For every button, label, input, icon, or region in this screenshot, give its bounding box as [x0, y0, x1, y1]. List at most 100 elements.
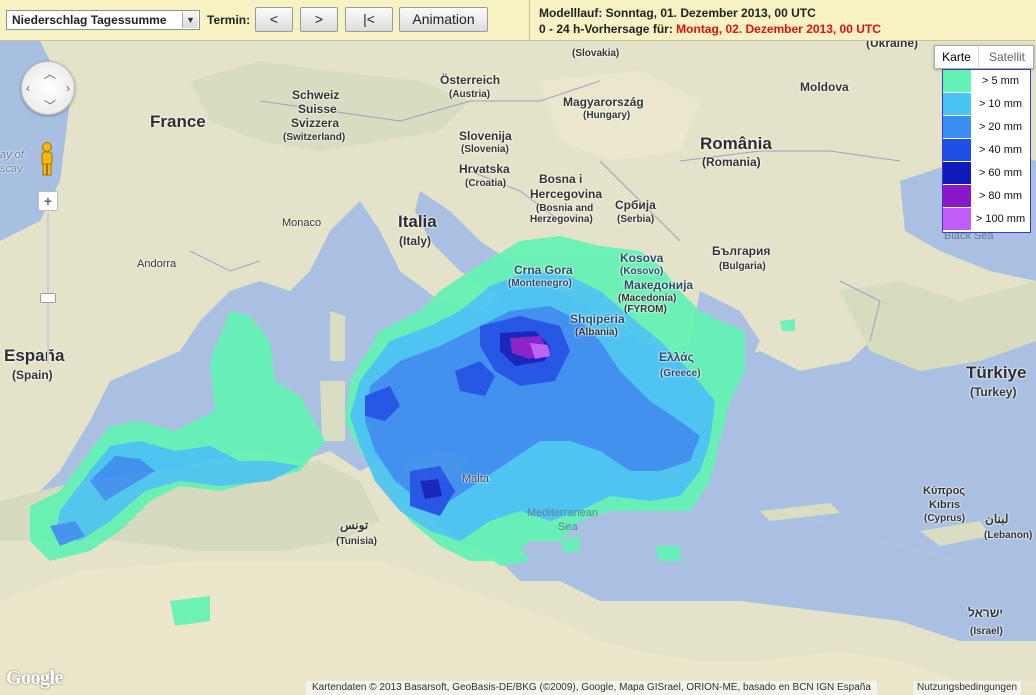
label-moldova: Moldova: [800, 80, 849, 94]
legend-label: > 40 mm: [978, 144, 1023, 156]
legend-row: > 60 mm: [943, 162, 1030, 185]
label-macedonia: (Macedonia): [618, 293, 677, 304]
legend-swatch: [943, 162, 971, 184]
map[interactable]: France España (Spain) Andorra Monaco Sch…: [0, 41, 1036, 695]
label-italia: Italia: [398, 212, 437, 231]
pan-up-icon[interactable]: ︿: [44, 65, 56, 82]
label-slovakia: (Slovakia): [572, 48, 620, 59]
label-ellas: Ελλάς: [659, 350, 694, 364]
label-suisse: Suisse: [298, 102, 337, 116]
label-kosova: Kosova: [620, 251, 664, 265]
legend-row: > 40 mm: [943, 139, 1030, 162]
forecast-date: Montag, 02. Dezember 2013, 00 UTC: [676, 22, 881, 36]
label-kypros: Κύπρος: [923, 485, 966, 497]
legend-swatch: [943, 70, 971, 92]
legend-swatch: [943, 208, 971, 230]
label-malta: Malta: [462, 473, 489, 485]
label-bay-of: ay of: [0, 149, 24, 161]
zoom-track[interactable]: [47, 213, 49, 363]
label-monaco: Monaco: [282, 217, 322, 229]
previous-button[interactable]: <: [255, 7, 293, 32]
pan-control[interactable]: ︿ ﹀ ‹ ›: [21, 61, 75, 115]
label-montenegro: (Montenegro): [508, 278, 572, 289]
legend-label: > 5 mm: [982, 75, 1019, 87]
legend-swatch: [943, 116, 971, 138]
legend-label: > 20 mm: [978, 121, 1023, 133]
product-select-value: Niederschlag Tagessumme: [12, 13, 167, 27]
label-albania: (Albania): [575, 327, 618, 338]
zoom-in-button[interactable]: +: [38, 191, 58, 211]
terms-link[interactable]: Nutzungsbedingungen: [913, 681, 1022, 695]
map-attribution: Kartendaten © 2013 Basarsoft, GeoBasis-D…: [306, 681, 877, 695]
forecast-prefix: 0 - 24 h-Vorhersage für:: [539, 22, 677, 36]
label-france: France: [150, 112, 206, 131]
label-bosnia: (Bosnia and: [536, 203, 594, 214]
product-select[interactable]: Niederschlag Tagessumme ▼: [6, 10, 200, 30]
label-bosna: Bosna i: [539, 172, 583, 186]
label-israel-he: ישראל: [968, 606, 1004, 620]
label-fyrom: (FYROM): [624, 304, 667, 315]
maptype-karte-button[interactable]: Karte: [935, 46, 979, 68]
pan-left-icon[interactable]: ‹: [26, 81, 30, 95]
legend-label: > 10 mm: [978, 98, 1023, 110]
legend-swatch: [943, 93, 971, 115]
toolbar-divider: [529, 0, 530, 41]
termin-label: Termin:: [207, 13, 251, 27]
label-romania-en: (Romania): [702, 155, 761, 169]
label-italy: (Italy): [399, 234, 432, 248]
label-hungary: (Hungary): [583, 110, 631, 121]
label-makedonija: Македонија: [624, 278, 694, 292]
chevron-down-icon: ▼: [182, 12, 198, 28]
label-bulgaria: България: [712, 244, 771, 258]
label-serbia: (Serbia): [617, 214, 655, 225]
label-israel: (Israel): [970, 626, 1003, 637]
label-slovenia: (Slovenia): [461, 144, 509, 155]
pegman-icon[interactable]: [37, 141, 57, 177]
forecast-line: 0 - 24 h-Vorhersage für: Montag, 02. Dez…: [539, 22, 881, 36]
label-svizzera: Svizzera: [291, 116, 340, 130]
pan-down-icon[interactable]: ﹀: [44, 97, 56, 114]
label-greece: (Greece): [660, 368, 701, 379]
legend-swatch: [943, 185, 971, 207]
label-bulgaria-en: (Bulgaria): [719, 261, 766, 272]
label-switzerland: (Switzerland): [283, 132, 346, 143]
pan-right-icon[interactable]: ›: [66, 81, 70, 95]
legend-swatch: [943, 139, 971, 161]
precipitation-legend: > 5 mm > 10 mm > 20 mm > 40 mm > 60 mm > 80 m…: [942, 69, 1031, 233]
label-schweiz: Schweiz: [292, 88, 340, 102]
label-slovenija: Slovenija: [459, 129, 512, 143]
label-magyarorszag: Magyarország: [563, 95, 644, 109]
label-croatia: (Croatia): [465, 178, 507, 189]
label-srbija: Србија: [615, 198, 656, 212]
first-button[interactable]: |<: [345, 7, 393, 32]
legend-row: > 20 mm: [943, 116, 1030, 139]
label-sea: Sea: [558, 521, 578, 533]
label-lebanon: (Lebanon): [984, 530, 1033, 541]
maptype-satellite-button[interactable]: Satellit: [980, 46, 1034, 68]
legend-label: > 100 mm: [975, 213, 1026, 225]
label-romania: România: [700, 134, 772, 153]
label-austria: (Austria): [449, 89, 491, 100]
zoom-slider[interactable]: +: [38, 187, 60, 377]
map-base: [0, 41, 1036, 695]
toolbar: Niederschlag Tagessumme ▼ Termin: < > |<…: [0, 0, 1036, 41]
label-tunisia: (Tunisia): [336, 536, 377, 547]
google-logo: Google: [6, 667, 64, 689]
label-osterreich: Österreich: [440, 73, 501, 87]
animation-button[interactable]: Animation: [399, 7, 488, 32]
label-kibris: Kıbrıs: [929, 499, 961, 511]
label-crna-gora: Crna Gora: [514, 263, 573, 277]
label-biscay: scay: [0, 163, 23, 175]
label-cyprus: (Cyprus): [924, 513, 966, 524]
legend-row: > 10 mm: [943, 93, 1030, 116]
label-herzegovina: Herzegovina): [530, 214, 593, 225]
legend-label: > 60 mm: [978, 167, 1023, 179]
legend-row: > 100 mm: [943, 208, 1030, 231]
label-tunisia-ar: تونس: [340, 518, 369, 532]
zoom-handle[interactable]: [40, 293, 56, 303]
legend-label: > 80 mm: [978, 190, 1023, 202]
next-button[interactable]: >: [300, 7, 338, 32]
label-turkey: (Turkey): [970, 385, 1017, 399]
label-ukraine: (Ukraine): [866, 41, 919, 50]
label-mediterranean: Mediterranean: [527, 507, 598, 519]
